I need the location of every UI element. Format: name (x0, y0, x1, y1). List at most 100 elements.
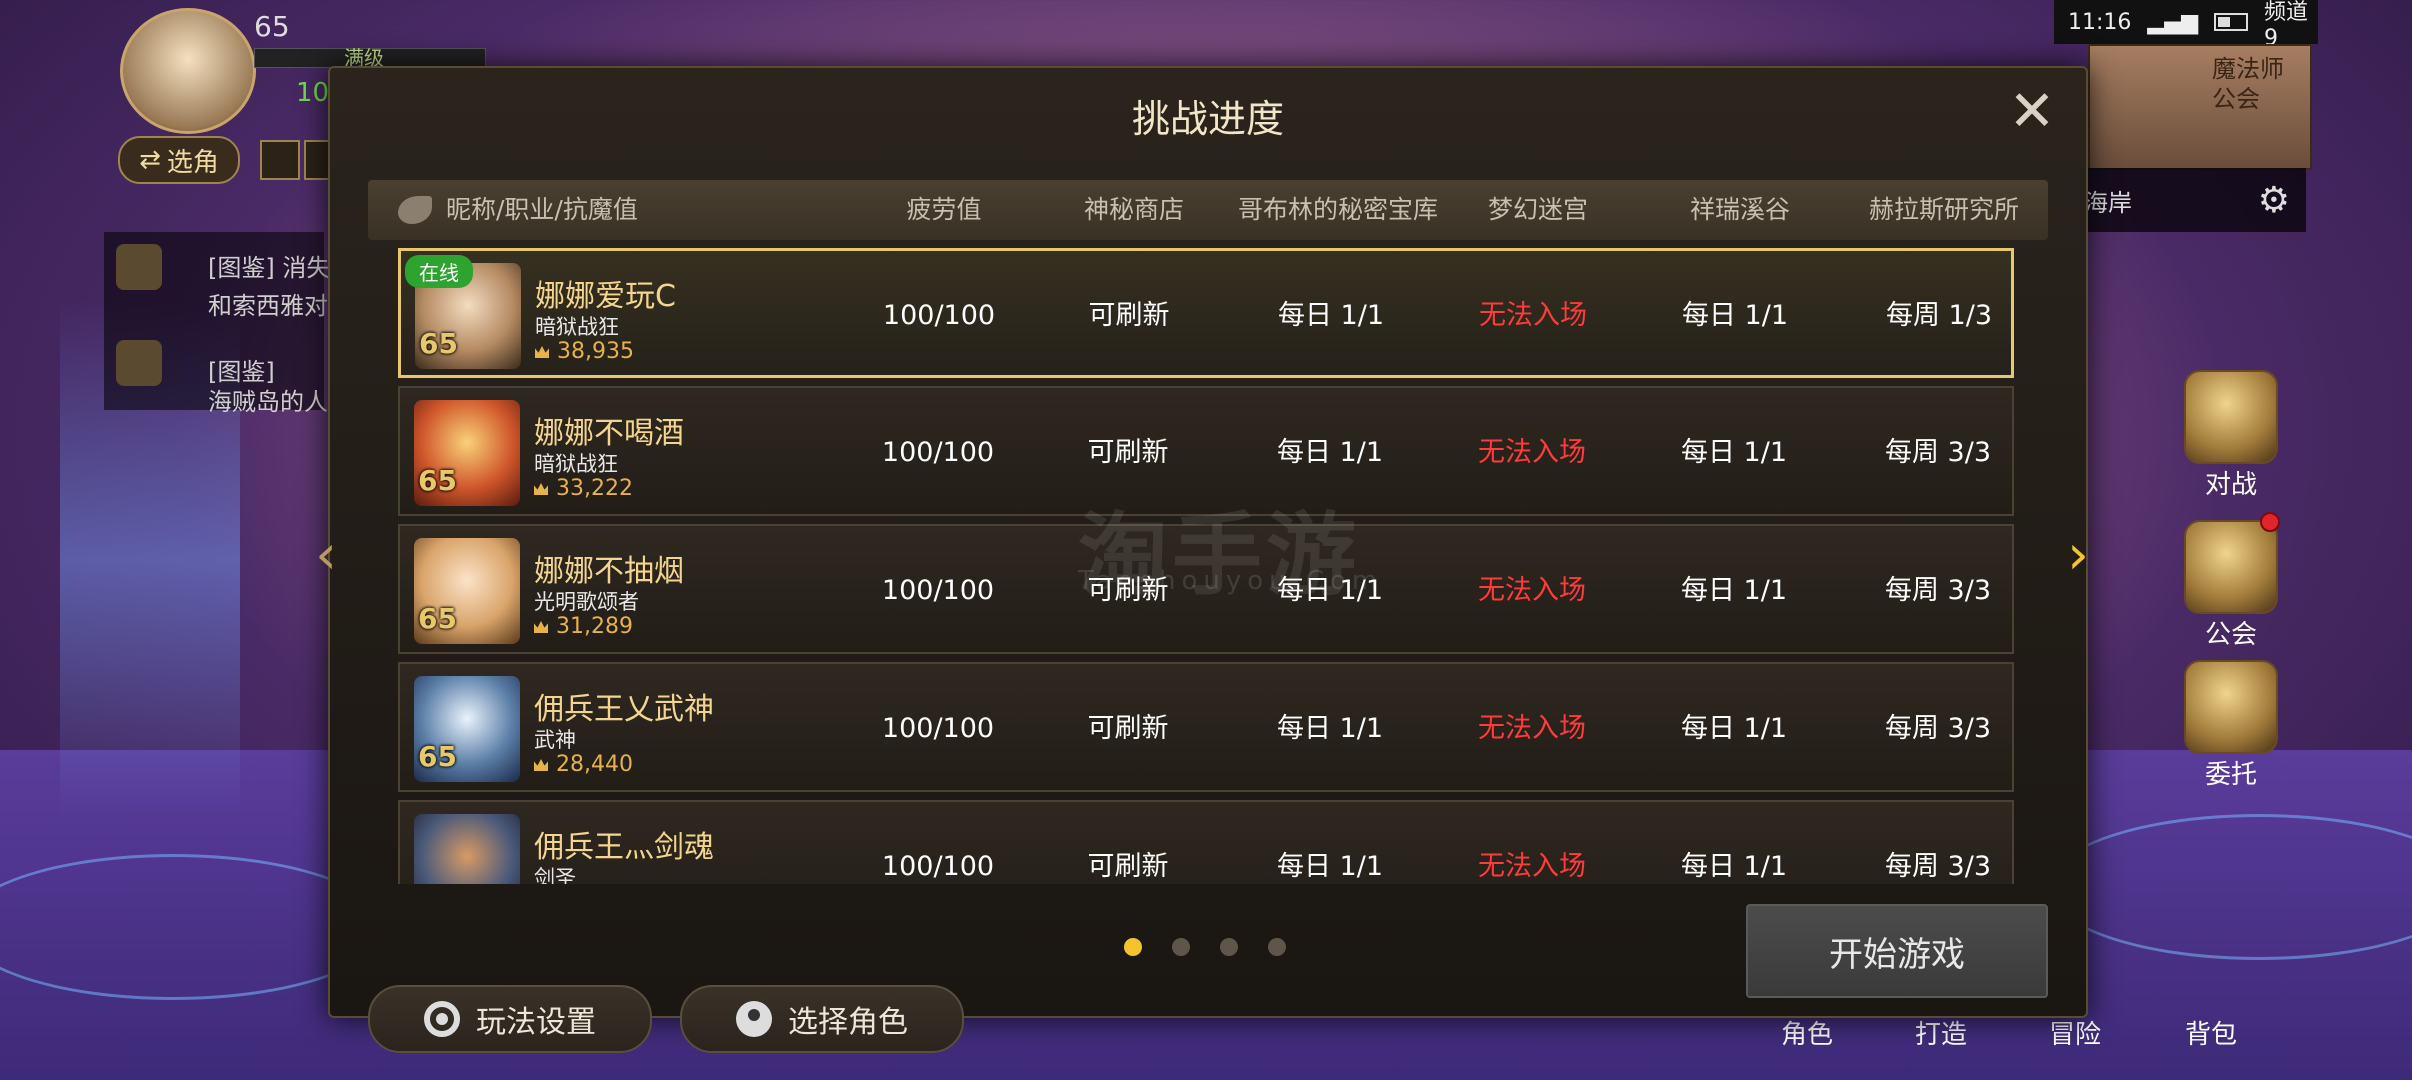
character-name: 娜娜不抽烟 (534, 554, 684, 589)
fatigue-value: 100/100 (882, 300, 996, 331)
shop-status: 可刷新 (1087, 713, 1169, 744)
crown-icon (534, 621, 548, 633)
lab-status: 每周 3/3 (1884, 851, 1992, 882)
column-header-valley: 祥瑞溪谷 (1689, 195, 1790, 224)
side-nav-label: 公会 (2204, 620, 2257, 650)
character-level: 65 (419, 327, 458, 360)
maze-status: 无法入场 (1478, 713, 1586, 744)
page-dot[interactable] (1268, 938, 1286, 956)
character-class: 暗狱战狂 (535, 315, 619, 339)
valley-status: 每日 1/1 (1680, 851, 1788, 882)
fatigue-value: 100/100 (881, 851, 995, 882)
goblin-status: 每日 1/1 (1276, 851, 1384, 882)
valley-status: 每日 1/1 (1680, 437, 1788, 468)
lab-status: 每周 1/3 (1885, 300, 1993, 331)
character-power: 28,440 (534, 752, 633, 777)
table-row[interactable]: 65 佣兵王乂武神 武神 28,440 100/100 可刷新 每日 1/1 无… (398, 662, 2014, 792)
lab-status: 每周 3/3 (1884, 437, 1992, 468)
bottom-nav-bag[interactable]: 背包 (2166, 1014, 2256, 1051)
battery-icon (2214, 13, 2248, 31)
power-value: 38,935 (557, 339, 634, 364)
power-value: 33,222 (556, 476, 633, 501)
maze-status: 无法入场 (1478, 437, 1586, 468)
switch-character-button[interactable]: ⇄ 选角 (118, 136, 240, 184)
page-indicator (1124, 938, 1286, 956)
maze-status: 无法入场 (1478, 851, 1586, 882)
crossed-swords-icon (2184, 370, 2278, 464)
side-nav-label: 委托 (2204, 760, 2257, 790)
side-nav-label: 对战 (2204, 470, 2257, 500)
minimap-label: 魔法师公会 (2212, 55, 2284, 113)
scroll-icon (116, 244, 162, 290)
hud-shortcut-1[interactable] (260, 140, 300, 180)
character-name: 娜娜爱玩C (535, 279, 676, 314)
table-row[interactable]: 在线 65 娜娜爱玩C 暗狱战狂 38,935 100/100 可刷新 每日 1… (398, 248, 2014, 378)
person-icon (736, 1001, 772, 1037)
bottom-nav-craft[interactable]: 打造 (1896, 1014, 1986, 1051)
bottom-nav-adventure[interactable]: 冒险 (2030, 1014, 2120, 1051)
character-power: 38,935 (535, 339, 634, 364)
character-level: 65 (418, 464, 457, 497)
character-name: 娜娜不喝酒 (534, 416, 684, 451)
crown-icon (535, 346, 549, 358)
side-nav-commission[interactable]: 委托 (2176, 660, 2286, 791)
dialog-title: 挑战进度 (1131, 97, 1284, 141)
power-value: 28,440 (556, 752, 633, 777)
crown-icon (534, 483, 548, 495)
character-power: 31,289 (534, 614, 633, 639)
player-avatar[interactable] (120, 8, 256, 134)
gear-icon (424, 1001, 460, 1037)
notice-board-icon (2184, 660, 2278, 754)
column-header-shop: 神秘商店 (1083, 195, 1184, 224)
page-dot[interactable] (1172, 938, 1190, 956)
valley-status: 每日 1/1 (1681, 300, 1789, 331)
play-settings-button[interactable]: 玩法设置 (368, 985, 652, 1053)
system-status-bar: 11:16 ▂▄▆ 频道9 (2054, 0, 2318, 51)
column-header-lab: 赫拉斯研究所 (1868, 195, 2019, 224)
column-header-maze: 梦幻迷宫 (1487, 195, 1588, 224)
start-game-button[interactable]: 开始游戏 (1746, 904, 2048, 998)
table-header: 昵称/职业/抗魔值 疲劳值 神秘商店 哥布林的秘密宝库 梦幻迷宫 祥瑞溪谷 赫拉… (368, 180, 2048, 240)
watermark-url: Taoshouyou.Com (1078, 566, 1384, 596)
signal-icon: ▂▄▆ (2147, 9, 2199, 35)
character-avatar (414, 814, 520, 884)
maze-status: 无法入场 (1479, 300, 1587, 331)
challenge-progress-dialog: 挑战进度 ✕ 昵称/职业/抗魔值 疲劳值 神秘商店 哥布林的秘密宝库 梦幻迷宫 … (328, 66, 2088, 1053)
valley-status: 每日 1/1 (1680, 713, 1788, 744)
fatigue-value: 100/100 (881, 437, 995, 468)
goblin-status: 每日 1/1 (1276, 713, 1384, 744)
column-header-fatigue: 疲劳值 (906, 195, 982, 224)
character-level: 65 (418, 602, 457, 635)
page-dot[interactable] (1124, 938, 1142, 956)
column-header-label: 昵称/职业/抗魔值 (446, 195, 638, 224)
area-name: 海岸 (2084, 188, 2132, 217)
character-power: 33,222 (534, 476, 633, 501)
player-level: 65 (254, 10, 290, 43)
column-header-goblin: 哥布林的秘密宝库 (1237, 195, 1438, 224)
select-character-button[interactable]: 选择角色 (680, 985, 964, 1053)
select-character-label: 选择角色 (788, 1005, 908, 1040)
gear-icon[interactable]: ⚙ (2258, 180, 2290, 221)
clock: 11:16 (2068, 9, 2132, 35)
chevron-right-icon[interactable]: › (2058, 528, 2098, 582)
character-name: 佣兵王灬剑魂 (534, 830, 714, 865)
switch-character-label: 选角 (166, 147, 219, 178)
character-name: 佣兵王乂武神 (534, 692, 714, 727)
guild-shield-icon (2184, 520, 2278, 614)
group-icon (116, 340, 162, 386)
page-dot[interactable] (1220, 938, 1238, 956)
close-icon[interactable]: ✕ (2006, 84, 2058, 140)
crown-icon (534, 759, 548, 771)
goblin-status: 每日 1/1 (1277, 300, 1385, 331)
play-settings-label: 玩法设置 (476, 1005, 596, 1040)
side-nav-battle[interactable]: 对战 (2176, 370, 2286, 501)
bottom-nav-character[interactable]: 角色 (1762, 1014, 1852, 1051)
chevron-left-icon[interactable]: ‹ (306, 528, 346, 582)
minimap[interactable]: 魔法师公会 (2088, 44, 2312, 170)
table-row[interactable]: 佣兵王灬剑魂 剑圣 100/100 可刷新 每日 1/1 无法入场 每日 1/1… (398, 800, 2014, 884)
power-value: 31,289 (556, 614, 633, 639)
notification-dot (2260, 512, 2280, 532)
side-nav-guild[interactable]: 公会 (2176, 520, 2286, 651)
lab-status: 每周 3/3 (1884, 713, 1992, 744)
fatigue-value: 100/100 (881, 713, 995, 744)
